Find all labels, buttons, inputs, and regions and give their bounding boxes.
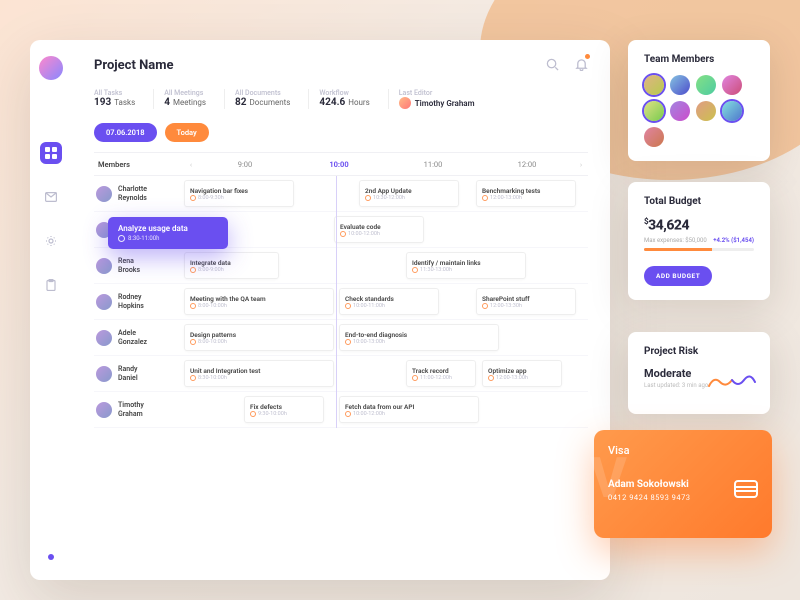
dashboard-icon[interactable] xyxy=(40,142,62,164)
card-chip-icon xyxy=(734,480,758,498)
task-card[interactable]: Fetch data from our API10:00-12:00h xyxy=(339,396,479,423)
member-avatar xyxy=(96,366,112,382)
credit-card[interactable]: V Visa Adam Sokołowski 0412 9424 8593 94… xyxy=(594,430,772,538)
budget-card: Total Budget $34,624 Max expenses: $50,0… xyxy=(628,182,770,300)
rail-indicator-dot xyxy=(48,554,54,560)
page-title: Project Name xyxy=(94,58,174,73)
member-name: RandyDaniel xyxy=(118,365,138,381)
stat-label: All Tasks xyxy=(94,89,135,97)
timeline-row: RenaBrooks Integrate data8:00-9:00h Identi… xyxy=(94,248,588,284)
clipboard-icon[interactable] xyxy=(40,274,62,296)
member-name: RenaBrooks xyxy=(118,257,140,273)
task-card[interactable]: SharePoint stuff12:00-13:30h xyxy=(476,288,576,315)
member-avatar xyxy=(96,258,112,274)
timeline-next[interactable]: › xyxy=(574,160,588,169)
task-card[interactable]: Fix defects9:30-10:00h xyxy=(244,396,324,423)
today-chip[interactable]: Today xyxy=(165,123,209,142)
member-avatar xyxy=(96,186,112,202)
task-card[interactable]: Meeting with the QA team8:00-10:00h xyxy=(184,288,334,315)
team-avatar[interactable] xyxy=(670,101,690,121)
timeline-row: TimothyGraham Fix defects9:30-10:00h Fetch… xyxy=(94,392,588,428)
member-name: CharlotteReynolds xyxy=(118,185,147,201)
timeline-row: CharlotteReynolds Navigation bar fixes8:0… xyxy=(94,176,588,212)
member-name: TimothyGraham xyxy=(118,401,144,417)
risk-card: Project Risk Moderate Last updated: 3 mi… xyxy=(628,332,770,414)
risk-sparkline xyxy=(708,372,756,390)
mail-icon[interactable] xyxy=(40,186,62,208)
budget-amount: $34,624 xyxy=(644,217,754,234)
member-avatar xyxy=(96,330,112,346)
member-name: RodneyHopkins xyxy=(118,293,144,309)
members-header: Members xyxy=(94,160,184,169)
timeline-row: RandyDaniel Unit and Integration test8:30… xyxy=(94,356,588,392)
nav-rail xyxy=(30,40,72,580)
team-avatar[interactable] xyxy=(696,101,716,121)
task-card[interactable]: Benchmarking tests12:00-13:00h xyxy=(476,180,576,207)
task-card[interactable]: Unit and Integration test8:30-10:00h xyxy=(184,360,334,387)
timeline-prev[interactable]: ‹ xyxy=(184,160,198,169)
editor-avatar xyxy=(399,97,411,109)
team-avatar[interactable] xyxy=(722,75,742,95)
bell-icon[interactable] xyxy=(575,56,588,75)
card-brand: Visa xyxy=(608,444,758,457)
team-avatar[interactable] xyxy=(644,75,664,95)
task-card[interactable]: Check standards10:00-11:00h xyxy=(339,288,439,315)
task-card[interactable]: End-to-end diagnosis10:00-13:00h xyxy=(339,324,499,351)
team-avatar[interactable] xyxy=(644,127,664,147)
settings-icon[interactable] xyxy=(40,230,62,252)
task-card[interactable]: 2nd App Update10:30-12:00h xyxy=(359,180,459,207)
main-panel: Project Name All Tasks193Tasks All Meeti… xyxy=(72,40,610,580)
member-avatar xyxy=(96,294,112,310)
task-card[interactable]: Track record11:00-12:00h xyxy=(406,360,476,387)
team-avatar[interactable] xyxy=(670,75,690,95)
date-chip[interactable]: 07.06.2018 xyxy=(94,123,157,142)
stats-row: All Tasks193Tasks All Meetings4Meetings … xyxy=(94,89,588,109)
task-card[interactable]: Identify / maintain links11:30-13:00h xyxy=(406,252,526,279)
search-icon[interactable] xyxy=(546,56,559,75)
member-name: AdeleGonzalez xyxy=(118,329,147,345)
add-budget-button[interactable]: ADD BUDGET xyxy=(644,266,712,286)
budget-progress xyxy=(644,248,754,251)
team-avatar[interactable] xyxy=(722,101,742,121)
task-card[interactable]: Design patterns8:00-10:00h xyxy=(184,324,334,351)
team-avatar[interactable] xyxy=(644,101,664,121)
user-avatar[interactable] xyxy=(39,56,63,80)
timeline-row: RodneyHopkins Meeting with the QA team8:0… xyxy=(94,284,588,320)
team-card: Team Members xyxy=(628,40,770,161)
current-time-line xyxy=(336,176,337,428)
task-card[interactable]: Navigation bar fixes8:00-9:30h xyxy=(184,180,294,207)
timeline-row: AdeleGonzalez Design patterns8:00-10:00hE… xyxy=(94,320,588,356)
task-card[interactable]: Evaluate code10:00-12:00h xyxy=(334,216,424,243)
member-avatar xyxy=(96,402,112,418)
team-avatar[interactable] xyxy=(696,75,716,95)
task-card[interactable]: Optimize app12:00-13:00h xyxy=(482,360,562,387)
task-card[interactable]: Integrate data8:00-9:00h xyxy=(184,252,279,279)
timeline-rows: Analyze usage data 8:30-11:00h Charlotte… xyxy=(94,176,588,428)
task-popup[interactable]: Analyze usage data 8:30-11:00h xyxy=(108,217,228,249)
app-window: Project Name All Tasks193Tasks All Meeti… xyxy=(30,40,610,580)
